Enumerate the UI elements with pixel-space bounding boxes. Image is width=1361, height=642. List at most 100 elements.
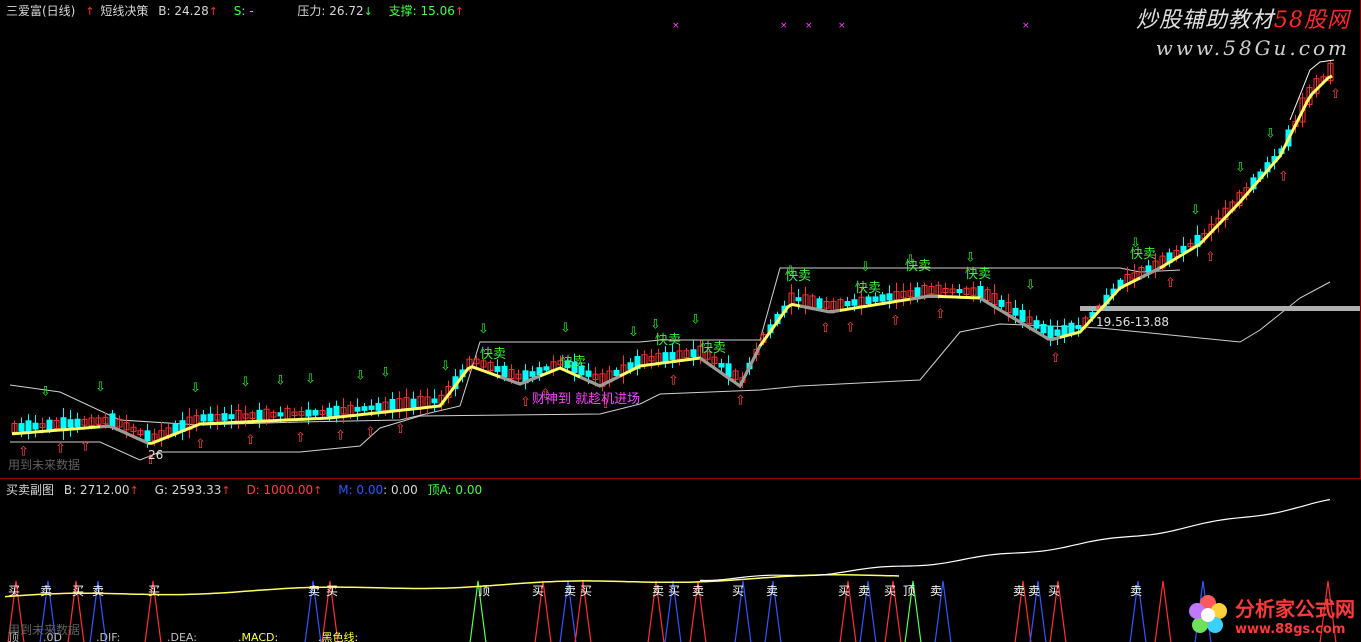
buy-arrow-icon: ⇧ — [1165, 276, 1176, 291]
candle — [816, 298, 823, 309]
candle — [501, 365, 508, 378]
sell-arrow-icon: ⇩ — [95, 380, 106, 395]
sub-chart-pane[interactable]: 买卖副图 B: 2712.00↑ G: 2593.33↑ D: 1000.00↑… — [0, 478, 1361, 642]
signal-label: 买 — [580, 584, 592, 598]
candle — [529, 371, 536, 377]
signal-text: 财神到 就趁机进场 — [532, 392, 641, 407]
candle — [256, 409, 263, 421]
signal-label: 卖 — [930, 584, 942, 598]
bottom-label: .黑色线: — [318, 630, 358, 642]
signal-label: 买 — [838, 584, 850, 598]
candle — [326, 407, 333, 417]
top-mark: × — [1022, 21, 1030, 31]
candle — [1012, 307, 1019, 316]
candle — [333, 405, 340, 418]
signal-label: 卖 — [766, 584, 778, 598]
main-chart-pane[interactable]: 三爱富(日线) ↑ 短线决策 B: 24.28↑ S: - 压力: 26.72↓ … — [0, 0, 1361, 478]
signal-label: 买 — [148, 584, 160, 598]
candle — [305, 409, 312, 417]
top-mark: × — [838, 21, 846, 31]
candlestick-chart[interactable]: ⇩ ⇩ ⇩ ⇩ ⇩ ⇩ ⇩ ⇩ ⇩⇩ ⇩ ⇩ ⇩ ⇩⇩ ⇩ ⇩ ⇩⇩⇩⇩⇩⇩⇧ ⇧ ⇧⇧⇧ ⇧ ⇧ ⇧ ⇧ ⇧⇧⇧⇧⇧⇧⇧ ⇧… — [0, 0, 1361, 478]
quick-sell-label: 快卖 — [965, 267, 991, 282]
bottom-label: .DIF: — [96, 631, 120, 642]
candle — [543, 366, 550, 371]
candle — [718, 363, 725, 368]
sell-arrow-icon: ⇩ — [440, 359, 451, 374]
candle — [1019, 310, 1026, 322]
signal-triangle — [1154, 580, 1172, 642]
top-mark: × — [805, 21, 813, 31]
candle — [1047, 325, 1054, 340]
buy-arrow-icon: ⇧ — [890, 313, 901, 328]
quick-sell-label: 快卖 — [655, 333, 681, 348]
candle — [74, 418, 81, 427]
candle — [67, 419, 74, 428]
buy-arrow-icon: ⇧ — [295, 431, 306, 446]
candle — [277, 412, 284, 417]
bottom-label: .DEA: — [167, 631, 197, 642]
candle — [795, 297, 802, 302]
candle — [865, 296, 872, 305]
buy-arrow-icon: ⇧ — [1330, 87, 1341, 102]
signal-label: 卖 — [1028, 584, 1040, 598]
top-mark: × — [780, 21, 788, 31]
buy-arrow-icon: ⇧ — [335, 428, 346, 443]
sell-arrow-icon: ⇩ — [628, 325, 639, 340]
bottom-label: .MACD: — [238, 631, 278, 642]
buy-arrow-icon: ⇧ — [1205, 250, 1216, 265]
sell-arrow-icon: ⇩ — [1235, 160, 1246, 175]
candle — [354, 406, 361, 412]
top-mark: × — [672, 21, 680, 31]
signal-label: 卖 — [1130, 584, 1142, 598]
signal-label: 卖 — [858, 584, 870, 598]
signal-label: 买 — [72, 584, 84, 598]
range-label: 19.56-13.88 — [1096, 315, 1170, 329]
sell-arrow-icon: ⇩ — [965, 250, 976, 265]
signal-label: 卖 — [40, 584, 52, 598]
candle — [431, 398, 438, 404]
future-data-note: 用到未来数据 — [8, 458, 81, 472]
candle — [1145, 265, 1152, 273]
candle — [1040, 324, 1047, 334]
candle — [200, 414, 207, 422]
signal-chart[interactable]: 买卖买卖买卖买顶买卖买卖买卖买卖买卖买顶卖卖卖买卖顶 .0D .DIF: .DEA:.… — [0, 479, 1361, 642]
buy-arrow-icon: ⇧ — [245, 433, 256, 448]
candle — [872, 296, 879, 302]
candle — [32, 422, 39, 430]
candle — [690, 349, 697, 358]
candle — [844, 300, 851, 307]
signal-label: 卖 — [564, 584, 576, 598]
candle — [536, 367, 543, 376]
flower-logo-icon — [1185, 592, 1231, 638]
buy-arrow-icon: ⇧ — [820, 321, 831, 336]
candle — [725, 363, 732, 378]
buy-arrow-icon: ⇧ — [55, 441, 66, 456]
candle — [144, 430, 151, 442]
sell-arrow-icon: ⇩ — [478, 322, 489, 337]
candle — [613, 369, 620, 377]
buy-arrow-icon: ⇧ — [395, 422, 406, 437]
candle — [361, 406, 368, 411]
signal-label: 卖 — [1013, 584, 1025, 598]
yellow-line — [4, 574, 900, 598]
candle — [914, 287, 921, 298]
quick-sell-label: 快卖 — [560, 355, 586, 370]
quick-sell-label: 快卖 — [700, 341, 726, 356]
sell-arrow-icon: ⇩ — [275, 374, 286, 389]
quick-sell-label: 快卖 — [905, 259, 931, 274]
sell-arrow-icon: ⇩ — [240, 375, 251, 390]
candle — [410, 398, 417, 408]
buy-arrow-icon: ⇧ — [80, 439, 91, 454]
candle — [228, 414, 235, 420]
quick-sell-label: 快卖 — [480, 347, 506, 362]
sell-arrow-icon: ⇩ — [305, 372, 316, 387]
logo-url: www.88gs.com — [1235, 622, 1346, 637]
signal-label: 买 — [326, 584, 338, 598]
sub-future-note: 用到未来数据 — [8, 623, 81, 637]
candle — [375, 403, 382, 411]
signal-label: 买 — [884, 584, 896, 598]
signal-label: 买 — [1048, 584, 1060, 598]
candle — [312, 409, 319, 416]
sell-arrow-icon: ⇩ — [650, 318, 661, 333]
signal-label: 买 — [732, 584, 744, 598]
